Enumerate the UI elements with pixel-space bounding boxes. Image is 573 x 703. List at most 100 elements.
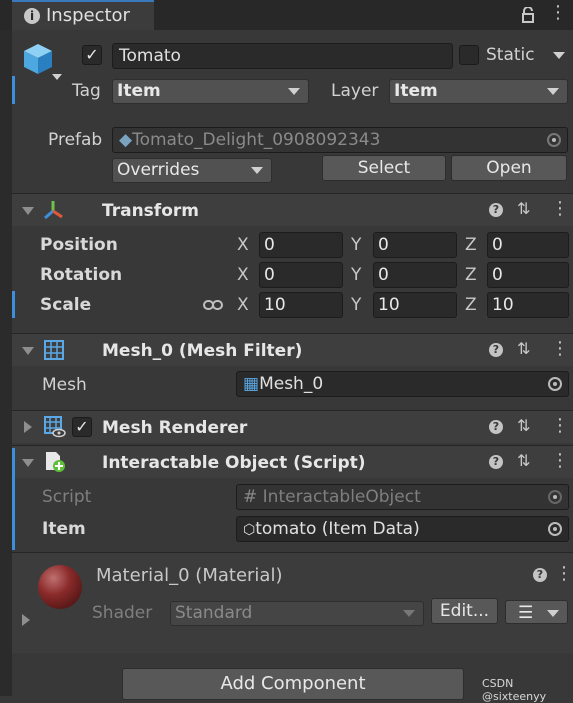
component-menu-icon[interactable]: ⋮ [551,417,569,435]
tab-title: Inspector [46,5,130,26]
mesh-renderer-title: Mesh Renderer [102,418,248,438]
item-data-icon: ⬡ [243,522,256,538]
scale-x-input[interactable]: 10 [259,292,343,318]
scale-x-label: X [237,295,249,315]
presets-icon[interactable]: ⇅ [517,416,530,435]
chevron-down-icon [288,88,300,95]
scale-y-input[interactable]: 10 [373,292,457,318]
help-icon[interactable]: ? [489,420,503,434]
position-x-input[interactable]: 0 [259,232,343,258]
tab-inspector[interactable]: i Inspector [12,0,154,30]
rotation-z-label: Z [465,265,477,285]
position-z-input[interactable]: 0 [487,232,569,258]
scale-z-label: Z [465,295,477,315]
info-icon: i [24,8,40,24]
scale-y-label: Y [351,295,362,315]
active-checkbox[interactable]: ✓ [82,45,102,65]
component-menu-icon[interactable]: ⋮ [551,340,569,358]
position-label: Position [40,235,118,255]
component-menu-icon[interactable]: ⋮ [551,200,569,218]
static-checkbox[interactable] [459,45,479,65]
rotation-y-input[interactable]: 0 [373,262,457,288]
mesh-renderer-enabled-checkbox[interactable]: ✓ [72,417,92,437]
prefab-open-button[interactable]: Open [451,155,567,181]
prefab-asset-field[interactable]: ◆Tomato_Delight_0908092343 [112,127,568,153]
list-icon: ☰ [518,603,534,623]
help-icon[interactable]: ? [489,343,503,357]
layer-dropdown[interactable]: Item [389,79,568,104]
layer-label: Layer [331,81,379,101]
shader-dropdown: Standard [170,601,424,626]
watermark: CSDN @sixteenyy [482,677,547,703]
overrides-dropdown[interactable]: Overrides [112,158,272,183]
chevron-down-icon [547,88,559,95]
mesh-object-field[interactable]: ▦Mesh_0 [236,371,569,397]
position-y-input[interactable]: 0 [373,232,457,258]
mesh-filter-title: Mesh_0 (Mesh Filter) [102,341,303,361]
position-x-label: X [237,235,249,255]
left-gutter [0,30,12,696]
material-foldout-icon[interactable] [22,614,30,626]
rotation-x-input[interactable]: 0 [259,262,343,288]
chevron-down-icon [547,610,559,617]
static-dropdown-icon[interactable] [553,52,565,59]
material-menu-icon[interactable]: ⋮ [555,565,573,583]
tag-value: Item [117,81,161,101]
foldout-icon[interactable] [22,459,34,467]
rotation-z-input[interactable]: 0 [487,262,569,288]
gameobject-dropdown-icon[interactable] [52,74,62,80]
foldout-icon[interactable] [22,207,34,215]
mesh-renderer-icon [44,416,66,438]
script-object-field: # InteractableObject [236,484,569,510]
presets-icon[interactable]: ⇅ [517,451,530,470]
material-preview-sphere[interactable] [38,565,82,609]
prefab-select-button[interactable]: Select [322,155,446,181]
tab-menu-icon[interactable]: ⋮ [549,4,567,22]
gameobject-icon [22,42,54,76]
rotation-x-label: X [237,265,249,285]
help-icon[interactable]: ? [489,203,503,217]
object-header-marker [12,76,15,104]
help-icon[interactable]: ? [489,455,503,469]
mesh-filter-header[interactable]: Mesh_0 (Mesh Filter) ? ⇅ ⋮ [12,333,573,366]
item-label: Item [42,519,86,539]
chevron-down-icon [251,167,263,174]
position-y-label: Y [351,235,362,255]
item-value: tomato (Item Data) [255,519,420,539]
presets-icon[interactable]: ⇅ [517,339,530,358]
prefab-label: Prefab [48,130,103,150]
constrain-proportions-link-icon[interactable] [203,297,223,311]
component-menu-icon[interactable]: ⋮ [551,452,569,470]
mesh-value: Mesh_0 [259,374,324,394]
object-picker-icon[interactable] [548,522,562,536]
chevron-down-icon [403,610,415,617]
shader-options-button[interactable]: ☰ [505,600,568,624]
layer-value: Item [394,81,438,101]
script-component-header[interactable]: Interactable Object (Script) ? ⇅ ⋮ [12,445,573,478]
transform-icon [42,199,64,221]
object-picker-icon[interactable] [548,377,562,391]
presets-icon[interactable]: ⇅ [517,199,530,218]
overrides-label: Overrides [117,160,200,180]
add-component-button[interactable]: Add Component [122,668,464,700]
prefab-asset-name: Tomato_Delight_0908092343 [132,130,381,150]
mesh-grid-icon [44,340,64,360]
item-object-field[interactable]: ⬡tomato (Item Data) [236,516,569,542]
tag-dropdown[interactable]: Item [112,79,309,104]
mesh-renderer-header[interactable]: ✓ Mesh Renderer ? ⇅ ⋮ [12,410,573,443]
help-icon[interactable]: ? [533,568,547,582]
foldout-icon[interactable] [22,347,34,355]
script-component-title: Interactable Object (Script) [102,453,366,473]
object-name-input[interactable]: Tomato [112,43,453,69]
foldout-icon[interactable] [24,421,32,433]
scale-z-input[interactable]: 10 [487,292,569,318]
lock-icon[interactable] [521,6,535,23]
transform-header[interactable]: Transform ? ⇅ ⋮ [12,193,573,226]
object-picker-icon [548,490,562,504]
rotation-label: Rotation [40,265,123,285]
shader-edit-button[interactable]: Edit... [431,598,498,624]
object-picker-icon[interactable] [547,133,561,147]
script-value: InteractableObject [262,487,421,507]
script-add-icon [44,451,66,473]
position-z-label: Z [465,235,477,255]
